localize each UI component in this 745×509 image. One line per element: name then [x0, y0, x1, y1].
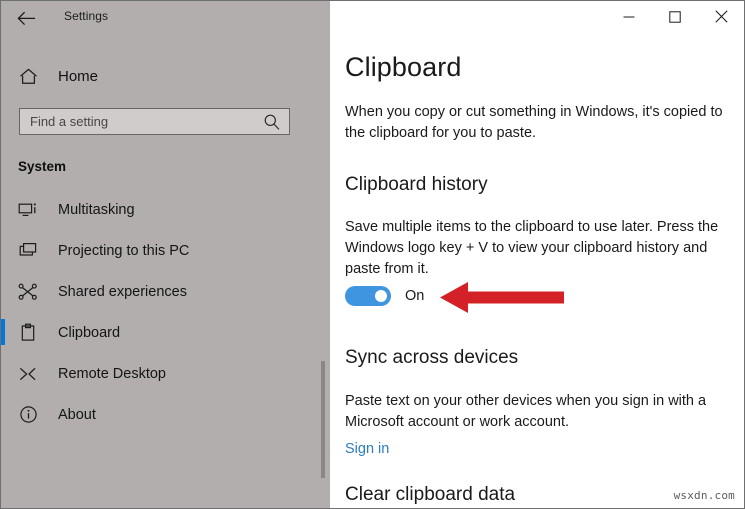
- sidebar-item-label: Shared experiences: [58, 283, 187, 300]
- selection-indicator: [1, 360, 5, 386]
- selection-indicator: [1, 319, 5, 345]
- back-arrow-icon: [16, 11, 35, 25]
- close-icon: [714, 10, 728, 23]
- search-icon[interactable]: [263, 113, 281, 131]
- clipboard-history-description: Save multiple items to the clipboard to …: [345, 219, 719, 277]
- info-icon: [17, 404, 39, 426]
- search-box[interactable]: [19, 108, 290, 135]
- page-intro-text: When you copy or cut something in Window…: [345, 104, 723, 141]
- titlebar-left: Settings: [1, 1, 330, 34]
- sign-in-link[interactable]: Sign in: [345, 441, 389, 457]
- red-left-arrow-annotation: [438, 278, 568, 323]
- clipboard-history-toggle[interactable]: [345, 286, 391, 306]
- sidebar-item-remote-desktop[interactable]: Remote Desktop: [1, 353, 311, 394]
- sidebar-group-heading: System: [18, 159, 67, 174]
- clipboard-history-heading: Clipboard history: [345, 174, 488, 195]
- sidebar: Settings Home System: [1, 1, 330, 508]
- sidebar-nav-list: Multitasking Projecting to this PC Share…: [1, 189, 311, 435]
- clipboard-history-toggle-row[interactable]: On: [345, 286, 424, 306]
- clipboard-icon: [17, 322, 39, 344]
- sidebar-item-home[interactable]: Home: [1, 61, 301, 91]
- sidebar-item-multitasking[interactable]: Multitasking: [1, 189, 311, 230]
- sidebar-item-label: About: [58, 406, 96, 423]
- sync-across-devices-description: Paste text on your other devices when yo…: [345, 393, 707, 430]
- selection-indicator: [1, 401, 5, 427]
- selection-indicator: [1, 237, 5, 263]
- sidebar-item-label: Clipboard: [58, 324, 121, 341]
- search-input[interactable]: [30, 114, 245, 129]
- maximize-button[interactable]: [652, 1, 698, 32]
- main-content: Clipboard When you copy or cut something…: [330, 1, 744, 508]
- sidebar-scrollbar[interactable]: [321, 361, 325, 478]
- home-icon: [17, 65, 39, 87]
- selection-indicator: [1, 278, 5, 304]
- toggle-state-label: On: [405, 288, 425, 304]
- toggle-knob: [375, 290, 387, 302]
- app-title: Settings: [64, 9, 109, 23]
- sidebar-item-label: Multitasking: [58, 201, 135, 218]
- window-controls: [606, 1, 744, 32]
- minimize-button[interactable]: [606, 1, 652, 32]
- shared-experiences-icon: [17, 281, 39, 303]
- watermark: wsxdn.com: [673, 489, 735, 502]
- sidebar-item-label: Remote Desktop: [58, 365, 166, 382]
- sidebar-item-home-label: Home: [58, 67, 99, 85]
- clear-clipboard-data-heading: Clear clipboard data: [345, 484, 516, 505]
- sidebar-item-clipboard[interactable]: Clipboard: [1, 312, 311, 353]
- sidebar-item-about[interactable]: About: [1, 394, 311, 435]
- sync-across-devices-heading: Sync across devices: [345, 347, 519, 368]
- sidebar-item-shared-experiences[interactable]: Shared experiences: [1, 271, 311, 312]
- sidebar-item-projecting-to-this-pc[interactable]: Projecting to this PC: [1, 230, 311, 271]
- multitasking-icon: [17, 199, 39, 221]
- projecting-icon: [17, 240, 39, 262]
- back-button[interactable]: [9, 5, 43, 31]
- sidebar-item-label: Projecting to this PC: [58, 242, 190, 259]
- maximize-icon: [669, 10, 681, 23]
- settings-window: Settings Home System: [0, 0, 745, 509]
- minimize-icon: [623, 16, 635, 17]
- remote-desktop-icon: [17, 363, 39, 385]
- close-button[interactable]: [698, 1, 744, 32]
- selection-indicator: [1, 196, 5, 222]
- page-title: Clipboard: [345, 52, 462, 82]
